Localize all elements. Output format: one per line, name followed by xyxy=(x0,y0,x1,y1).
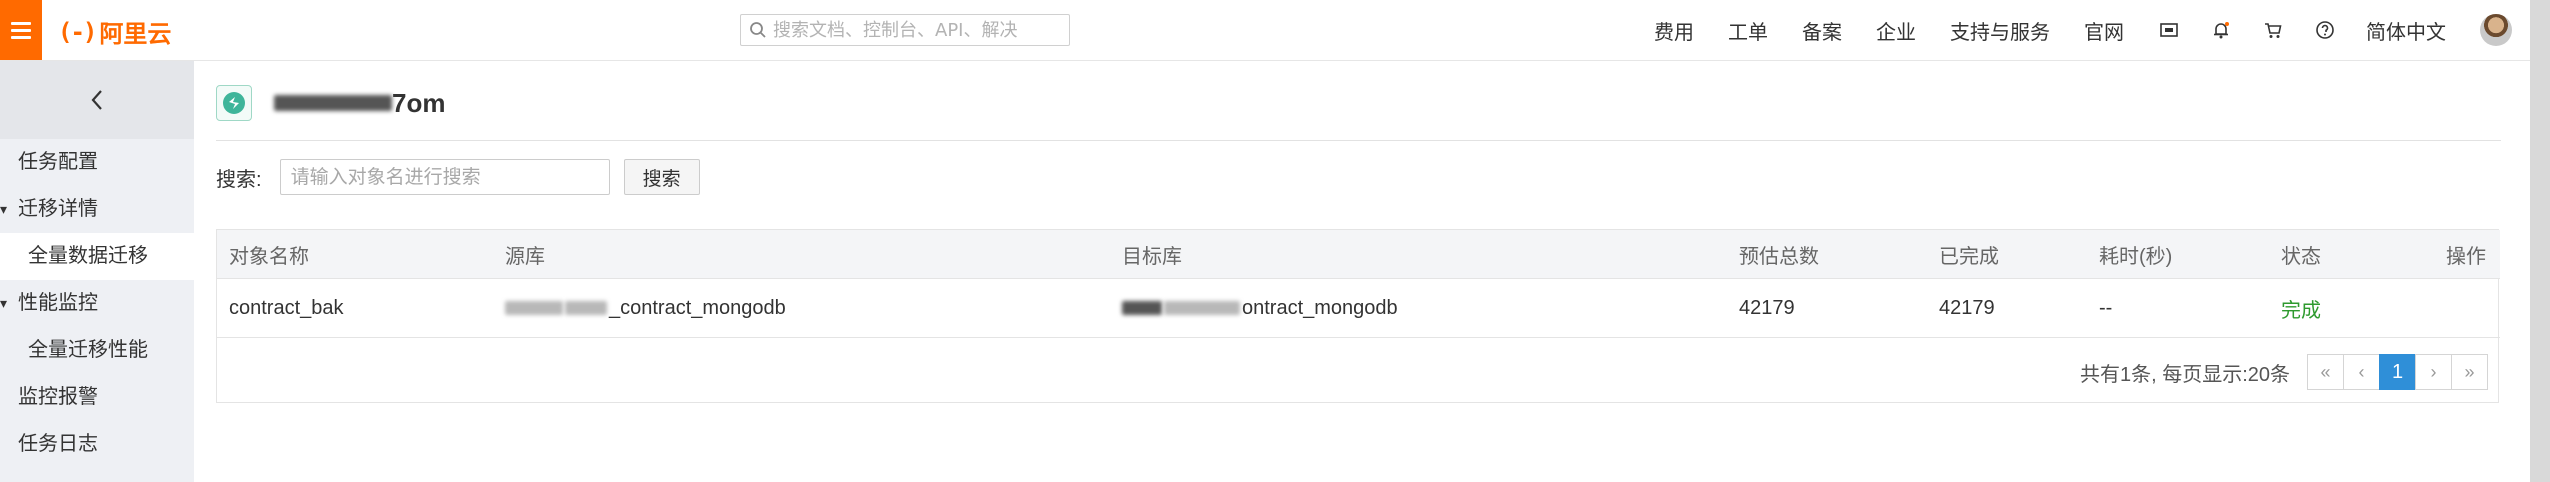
top-bar: (-) 阿里云 费用 工单 备案 企业 支持与服务 官网 简体中文 xyxy=(0,0,2550,61)
sidebar-item-label: 迁移详情 xyxy=(18,198,98,220)
col-status: 状态 xyxy=(2269,230,2379,279)
pagination: 共有1条, 每页显示:20条 « ‹ 1 › » xyxy=(2080,354,2488,390)
prev-page-button[interactable]: ‹ xyxy=(2343,354,2380,390)
sidebar-item-label: 性能监控 xyxy=(18,292,98,314)
logo-text: 阿里云 xyxy=(99,21,172,48)
redacted-target-prefix xyxy=(1122,301,1162,316)
nav-enterprise[interactable]: 企业 xyxy=(1876,16,1916,45)
nav-ticket[interactable]: 工单 xyxy=(1728,16,1768,45)
redacted-source-prefix xyxy=(565,301,607,316)
sidebar-collapse-button[interactable] xyxy=(0,61,194,139)
search-label: 搜索: xyxy=(216,168,262,191)
table-header-row: 对象名称 源库 目标库 预估总数 已完成 耗时(秒) 状态 操作 xyxy=(217,230,2500,279)
table-row: contract_bak _contract_mongodb ontract_m… xyxy=(217,278,2500,338)
sidebar: 任务配置 ▾ 迁移详情 全量数据迁移 ▾ 性能监控 全量迁移性能 监控报警 任务… xyxy=(0,61,194,482)
caret-down-icon: ▾ xyxy=(0,295,8,311)
pagination-summary: 共有1条, 每页显示:20条 xyxy=(2079,363,2290,386)
col-object-name: 对象名称 xyxy=(217,230,493,279)
cell-object-name: contract_bak xyxy=(217,278,493,338)
global-search-input[interactable] xyxy=(773,19,1063,41)
redacted-source-prefix xyxy=(505,301,563,316)
col-source-db: 源库 xyxy=(493,230,1110,279)
cell-target-db: ontract_mongodb xyxy=(1110,278,1727,338)
page-title: 7om xyxy=(392,87,446,118)
global-search[interactable] xyxy=(740,14,1070,46)
redacted-target-prefix xyxy=(1164,301,1240,316)
sidebar-item-task-log[interactable]: 任务日志 xyxy=(0,421,194,468)
logo-mark: (-) xyxy=(58,17,97,46)
language-switch[interactable]: 简体中文 xyxy=(2366,16,2446,45)
first-page-button[interactable]: « xyxy=(2307,354,2344,390)
next-page-button[interactable]: › xyxy=(2415,354,2452,390)
aliyun-logo[interactable]: (-) 阿里云 xyxy=(58,14,171,49)
menu-button[interactable] xyxy=(0,0,42,60)
nav-support[interactable]: 支持与服务 xyxy=(1950,16,2050,45)
col-elapsed: 耗时(秒) xyxy=(2087,230,2269,279)
hamburger-icon xyxy=(11,18,31,43)
caret-down-icon: ▾ xyxy=(0,201,8,217)
migration-table: 对象名称 源库 目标库 预估总数 已完成 耗时(秒) 状态 操作 contrac… xyxy=(216,229,2500,403)
nav-billing[interactable]: 费用 xyxy=(1654,16,1694,45)
sidebar-item-task-config[interactable]: 任务配置 xyxy=(0,139,194,186)
search-button[interactable]: 搜索 xyxy=(623,159,700,195)
cell-action xyxy=(2379,278,2500,338)
col-target-db: 目标库 xyxy=(1110,230,1727,279)
target-db-name: ontract_mongodb xyxy=(1242,296,1398,319)
nav-filing[interactable]: 备案 xyxy=(1802,16,1842,45)
page-1-button[interactable]: 1 xyxy=(2379,354,2416,390)
col-estimated-total: 预估总数 xyxy=(1727,230,1927,279)
bell-icon[interactable] xyxy=(2210,19,2232,41)
source-db-name: _contract_mongodb xyxy=(609,296,786,319)
cell-estimated-total: 42179 xyxy=(1727,278,1927,338)
page-header: 7om xyxy=(216,85,445,121)
cart-icon[interactable] xyxy=(2262,19,2284,41)
chevron-left-icon xyxy=(91,90,102,110)
sidebar-item-full-migration-performance[interactable]: 全量迁移性能 xyxy=(0,327,194,374)
scrollbar[interactable] xyxy=(2530,0,2550,482)
sidebar-item-migration-details[interactable]: ▾ 迁移详情 xyxy=(0,186,194,233)
cell-completed: 42179 xyxy=(1927,278,2087,338)
last-page-button[interactable]: » xyxy=(2451,354,2488,390)
object-search-input[interactable] xyxy=(279,159,610,195)
help-icon[interactable] xyxy=(2314,19,2336,41)
sidebar-item-full-migration[interactable]: 全量数据迁移 xyxy=(0,233,194,280)
cell-elapsed: -- xyxy=(2087,278,2269,338)
search-icon xyxy=(750,22,766,38)
object-search-bar: 搜索: 搜索 xyxy=(216,159,700,195)
nav-official-site[interactable]: 官网 xyxy=(2084,16,2124,45)
main-content: 7om 搜索: 搜索 对象名称 源库 目标库 预估总数 已完成 耗时(秒) 状态 xyxy=(194,61,2501,482)
status-badge: 完成 xyxy=(2269,278,2379,338)
divider xyxy=(216,140,2501,141)
user-avatar[interactable] xyxy=(2480,14,2512,46)
task-icon xyxy=(216,85,252,121)
sidebar-item-performance-monitor[interactable]: ▾ 性能监控 xyxy=(0,280,194,327)
col-action: 操作 xyxy=(2379,230,2500,279)
redacted-task-name xyxy=(274,95,392,111)
cell-source-db: _contract_mongodb xyxy=(493,278,1110,338)
screen-icon[interactable] xyxy=(2158,19,2180,41)
sidebar-item-alerts[interactable]: 监控报警 xyxy=(0,374,194,421)
top-nav: 费用 工单 备案 企业 支持与服务 官网 简体中文 xyxy=(1654,0,2550,60)
col-completed: 已完成 xyxy=(1927,230,2087,279)
